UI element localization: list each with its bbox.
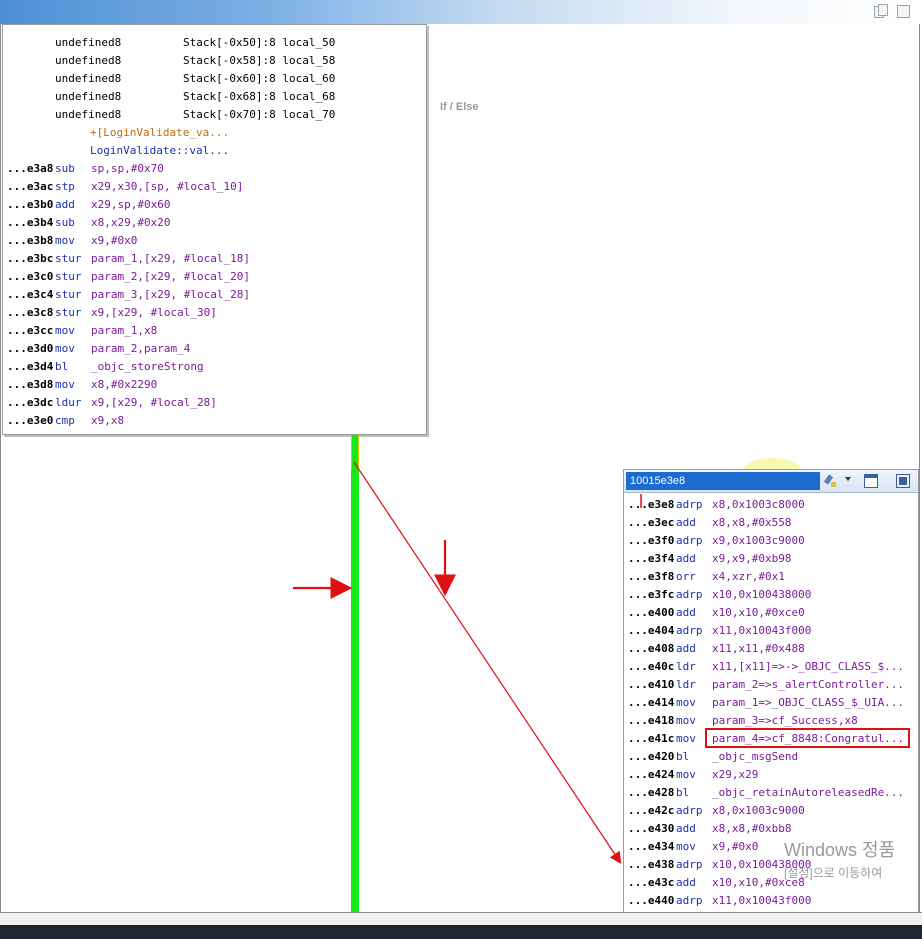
annotation-arrows	[293, 461, 642, 864]
watermark-line-1: Windows 정품	[784, 840, 896, 860]
watermark-line-2: [설정]으로 이동하여	[784, 866, 883, 880]
horizontal-scrollbar[interactable]	[0, 912, 922, 926]
activation-watermark: Windows 정품 [설정]으로 이동하여	[784, 836, 895, 881]
branch-arrow	[353, 461, 622, 864]
taskbar	[0, 925, 922, 939]
